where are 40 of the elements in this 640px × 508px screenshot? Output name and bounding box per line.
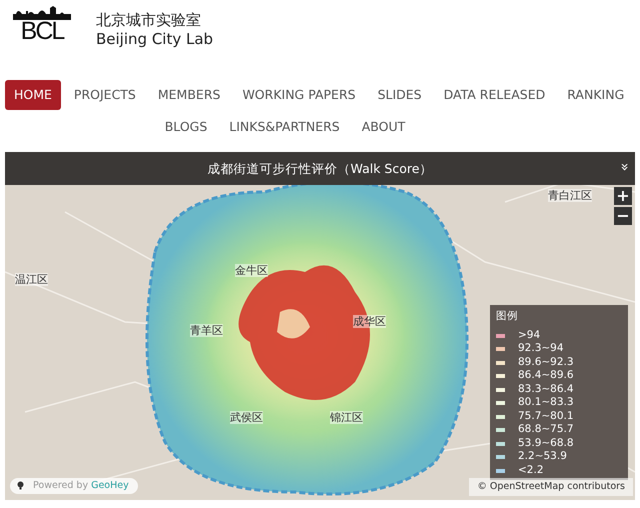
legend-label: 89.6~92.3 — [518, 354, 574, 370]
nav-link[interactable]: LINKS&PARTNERS — [220, 112, 349, 142]
legend-label: 86.4~89.6 — [518, 368, 574, 384]
site-title: 北京城市实验室 — [96, 10, 202, 30]
district-label: 青白江区 — [548, 189, 592, 202]
openstreetmap-link[interactable]: OpenStreetMap — [490, 480, 564, 492]
powered-by-text: Powered by — [33, 480, 90, 491]
district-label: 温江区 — [15, 273, 48, 286]
legend-label: 92.3~94 — [518, 341, 564, 356]
nav-link[interactable]: ABOUT — [352, 112, 414, 142]
contributors-text: contributors — [567, 480, 625, 492]
nav-link[interactable]: HOME — [5, 80, 61, 110]
nav-link[interactable]: BLOGS — [156, 112, 216, 142]
nav-link[interactable]: PROJECTS — [64, 80, 145, 110]
copyright-symbol: © — [477, 480, 487, 492]
nav-link[interactable]: MEMBERS — [148, 80, 230, 110]
legend-label: 68.8~75.7 — [518, 422, 574, 438]
nav-link[interactable]: RANKING — [558, 80, 634, 110]
legend-label: 83.3~86.4 — [518, 382, 574, 397]
nav-link[interactable]: SLIDES — [368, 80, 431, 110]
nav-link[interactable]: DATA RELEASED — [434, 80, 554, 110]
district-label: 金牛区 — [235, 264, 268, 277]
site-subtitle: Beijing City Lab — [96, 30, 214, 48]
legend-label: 75.7~80.1 — [518, 408, 574, 424]
zoom-in-button[interactable]: + — [614, 187, 632, 205]
zoom-out-button[interactable]: − — [614, 207, 632, 225]
nav-link[interactable]: WORKING PAPERS — [233, 80, 365, 110]
legend-label: <2.2 — [518, 462, 544, 478]
legend-label: >94 — [518, 328, 540, 343]
legend-label: 80.1~83.3 — [518, 395, 574, 410]
district-label: 成华区 — [353, 315, 386, 328]
district-label: 锦江区 — [330, 411, 363, 424]
district-label: 武侯区 — [230, 411, 263, 424]
skyline-icon — [13, 6, 71, 20]
logo-text: BCL — [20, 20, 64, 42]
district-label: 青羊区 — [190, 324, 223, 337]
map-title: 成都街道可步行性评价（Walk Score） — [208, 161, 432, 176]
legend-title: 图例 — [496, 309, 519, 324]
legend-label: 53.9~68.8 — [518, 436, 574, 451]
legend-label: 2.2~53.9 — [518, 449, 567, 464]
